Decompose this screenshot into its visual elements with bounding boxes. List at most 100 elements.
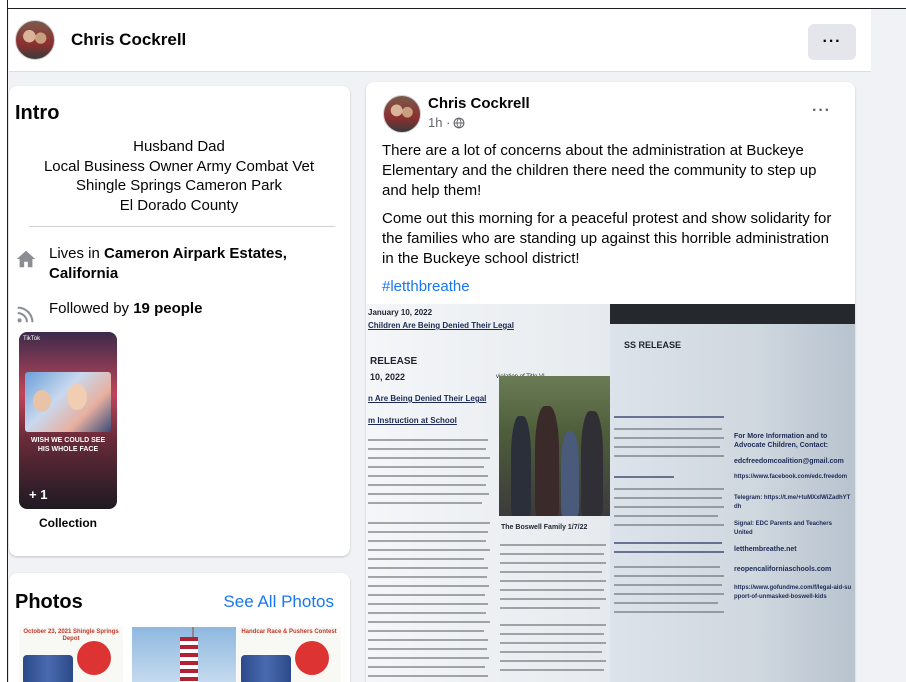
family-photo: [499, 376, 610, 516]
doc-line: [368, 549, 490, 551]
doc-text: edcfreedomcoalition@gmail.com: [734, 458, 844, 465]
doc-line: [368, 585, 489, 587]
followed-by-text: Followed by 19 people: [49, 300, 203, 317]
see-all-photos-link[interactable]: See All Photos: [223, 592, 334, 612]
press-release-page-left: January 10, 2022 Children Are Being Deni…: [366, 304, 610, 682]
doc-line: [614, 566, 720, 568]
doc-text: January 10, 2022: [368, 308, 433, 317]
doc-line: [368, 675, 488, 677]
post-image[interactable]: January 10, 2022 Children Are Being Deni…: [366, 304, 855, 682]
photo-thumbnail[interactable]: October 23, 2021 Shingle Springs Depot: [19, 627, 123, 682]
doc-line: [500, 571, 602, 573]
photo-thumbnail-crowd: [23, 655, 73, 682]
post-body: There are a lot of concerns about the ad…: [382, 141, 842, 305]
doc-line: [368, 612, 486, 614]
doc-line: [614, 437, 724, 439]
post-more-options-button[interactable]: ···: [812, 102, 831, 120]
doc-line: [500, 660, 606, 662]
doc-line: [614, 575, 724, 577]
doc-line: [500, 580, 606, 582]
american-flag: [180, 637, 198, 682]
doc-line: [500, 553, 604, 555]
post-meta: 1h ·: [428, 115, 465, 130]
doc-line: [614, 428, 722, 430]
doc-line: [614, 515, 718, 517]
doc-line: [500, 642, 606, 644]
post-author-avatar[interactable]: [383, 95, 421, 133]
lives-in-text: Lives in Cameron Airpark Estates, Califo…: [49, 245, 287, 282]
bio-line: Local Business Owner Army Combat Vet: [43, 157, 315, 175]
doc-line: [368, 576, 487, 578]
doc-line: [500, 562, 606, 564]
doc-line: [614, 524, 724, 526]
doc-line: [614, 584, 722, 586]
photo-thumbnail-badge: [77, 641, 111, 675]
collection-image-caption: WISH WE COULD SEE HIS WHOLE FACE: [30, 437, 106, 453]
profile-header-bar: Chris Cockrell ···: [9, 9, 871, 72]
doc-line: [368, 439, 488, 441]
doc-line: [614, 497, 722, 499]
doc-line: [614, 476, 674, 478]
collection-more-count: + 1: [29, 487, 48, 502]
bio-line: Shingle Springs Cameron Park: [76, 177, 282, 194]
family-person: [511, 416, 531, 516]
doc-line: [368, 448, 486, 450]
doc-line: [614, 593, 724, 595]
more-options-button[interactable]: ···: [808, 24, 856, 60]
doc-line: [614, 446, 720, 448]
post-paragraph: There are a lot of concerns about the ad…: [382, 142, 817, 199]
photo-thumbnail[interactable]: [132, 627, 236, 682]
doc-text: m Instruction at School: [368, 416, 457, 425]
featured-collection-thumbnail[interactable]: TikTok WISH WE COULD SEE HIS WHOLE FACE …: [19, 332, 117, 509]
followed-by-row: Followed by 19 people: [15, 299, 202, 325]
intro-bio: Husband Dad Local Business Owner Army Co…: [29, 137, 329, 215]
doc-line: [368, 648, 487, 650]
doc-text: letthembreathe.net: [734, 546, 797, 553]
doc-line: [500, 598, 606, 600]
photos-card: Photos See All Photos October 23, 2021 S…: [9, 573, 350, 682]
doc-line: [500, 651, 602, 653]
doc-text: reopencaliforniaschools.com: [734, 566, 832, 573]
doc-line: [368, 657, 489, 659]
page-gutter: [871, 9, 906, 682]
family-person: [561, 431, 579, 516]
photo-thumbnail-title: Handcar Race & Pushers Contest: [241, 629, 337, 635]
doc-line: [368, 457, 490, 459]
photo-thumbnail[interactable]: Handcar Race & Pushers Contest: [237, 627, 341, 682]
post-paragraph: Come out this morning for a peaceful pro…: [382, 210, 832, 267]
doc-line: [368, 531, 488, 533]
doc-line: [500, 607, 600, 609]
doc-line: [614, 602, 718, 604]
family-photo-caption: The Boswell Family 1/7/22: [501, 524, 588, 531]
doc-text: https://www.facebook.com/edc.freedom: [734, 474, 848, 480]
profile-avatar[interactable]: [15, 20, 55, 60]
doc-line: [368, 630, 484, 632]
post-author-name[interactable]: Chris Cockrell: [428, 95, 530, 112]
post-card: Chris Cockrell 1h · ··· There are a lot …: [366, 82, 855, 682]
post-timestamp[interactable]: 1h ·: [428, 115, 450, 130]
photos-title: Photos: [15, 591, 83, 613]
doc-line: [614, 455, 724, 457]
doc-text: Telegram: https://t.me/+tuMXxIWiZadhYTdh: [734, 495, 851, 510]
window-left-edge: [0, 0, 8, 682]
doc-line: [368, 594, 485, 596]
intro-title: Intro: [15, 102, 60, 124]
doc-text: n Are Being Denied Their Legal: [368, 394, 487, 403]
profile-name[interactable]: Chris Cockrell: [71, 30, 186, 50]
dark-background: [610, 304, 855, 324]
doc-line: [614, 416, 724, 418]
followers-link[interactable]: 19 people: [133, 300, 202, 317]
family-person: [535, 406, 559, 516]
doc-line: [368, 603, 488, 605]
tiktok-tag: TikTok: [23, 336, 41, 342]
doc-line: [368, 540, 486, 542]
doc-text: 10, 2022: [370, 372, 406, 382]
doc-line: [500, 544, 606, 546]
family-person: [581, 411, 603, 516]
collection-label[interactable]: Collection: [19, 516, 117, 530]
doc-line: [500, 589, 604, 591]
press-release-page-right: SS RELEASE For More Information and to A…: [610, 304, 855, 682]
intro-divider: [29, 226, 335, 227]
doc-line: [368, 666, 485, 668]
hashtag-link[interactable]: #letthbreathe: [382, 278, 470, 295]
